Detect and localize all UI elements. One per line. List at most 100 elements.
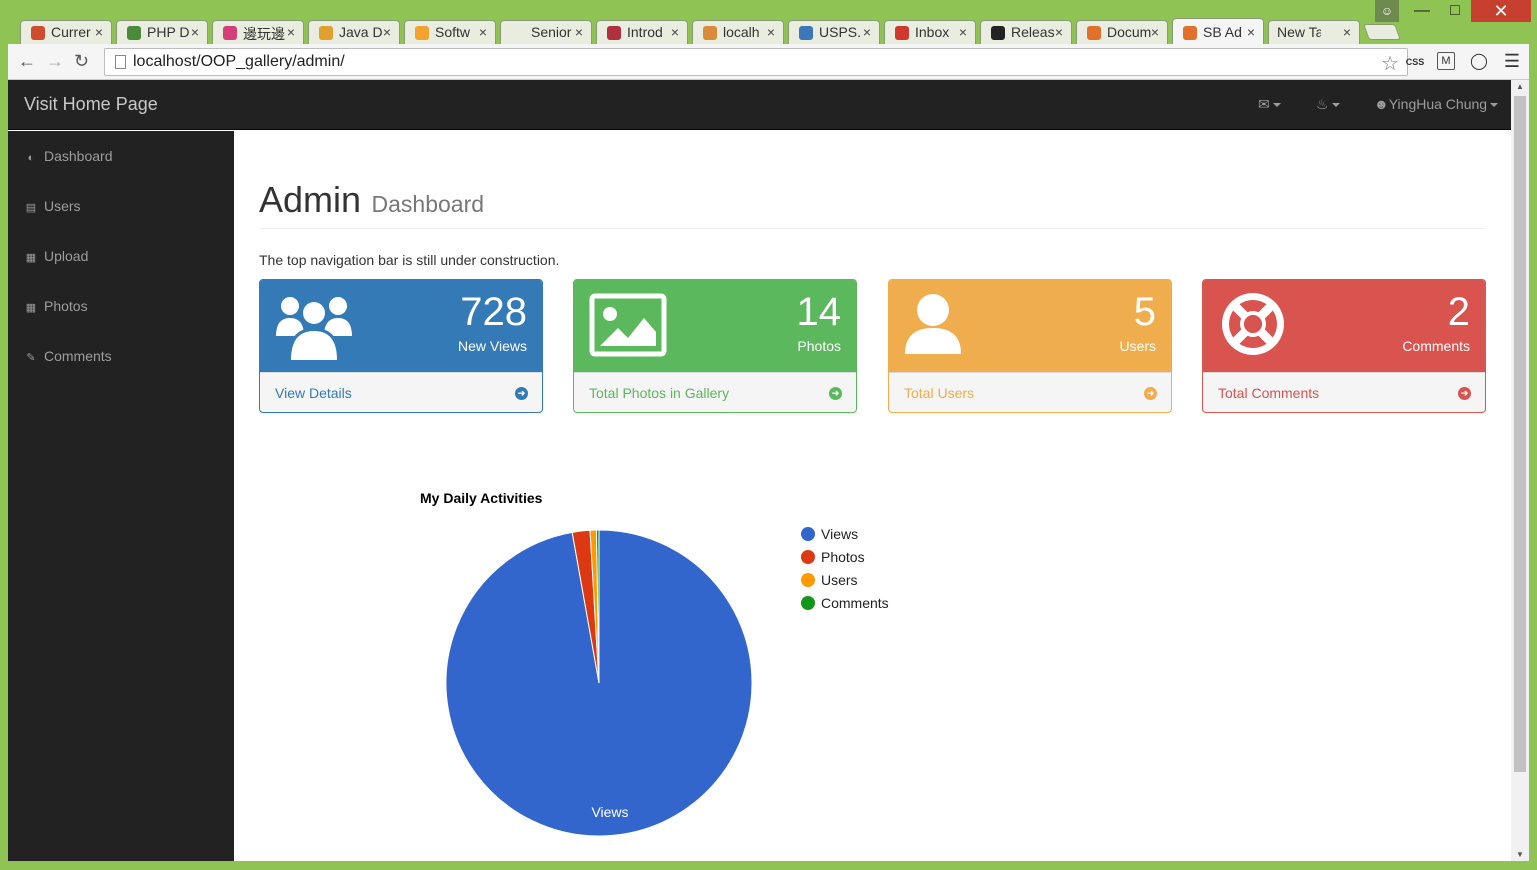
views-count: 728 <box>460 290 527 334</box>
sidebar-item-photos[interactable]: ▦ Photos <box>24 298 88 318</box>
tab-5[interactable]: Softw × <box>404 20 496 44</box>
maximize-button[interactable]: □ <box>1440 0 1470 22</box>
caret-icon <box>1331 103 1340 108</box>
legend-label[interactable]: Comments <box>821 595 889 611</box>
scrollbar-thumb[interactable] <box>1514 96 1526 772</box>
total-users-link[interactable]: Total Users ➜ <box>889 372 1171 412</box>
users-count: 5 <box>1133 290 1156 334</box>
tab-13[interactable]: SB Ad × <box>1172 18 1264 44</box>
close-tab-icon[interactable]: × <box>1343 24 1351 40</box>
alerts-dropdown[interactable]: ♨ <box>1316 96 1340 113</box>
tab-6[interactable]: Senior × <box>500 20 592 44</box>
tab-title: Inbox <box>915 24 950 40</box>
sidebar-item-dashboard[interactable]: ◐ Dashboard <box>24 148 113 168</box>
users-panel: 5 Users Total Users ➜ <box>888 279 1172 413</box>
profile-icon[interactable]: ☺ <box>1375 0 1399 22</box>
close-tab-icon[interactable]: × <box>863 24 871 40</box>
blank-icon <box>511 26 525 40</box>
sidebar: ◐ Dashboard ▤ Users ▦ Upload ▦ Photos ✎ Comme… <box>8 131 234 861</box>
address-bar[interactable]: localhost/OOP_gallery/admin/ ☆ <box>104 48 1408 76</box>
tab-title: Currer <box>51 24 91 40</box>
total-comments-link[interactable]: Total Comments ➜ <box>1203 372 1485 412</box>
close-tab-icon[interactable]: × <box>1247 24 1255 40</box>
legend-marker <box>801 527 815 541</box>
legend-label[interactable]: Views <box>821 526 858 542</box>
sidebar-item-upload[interactable]: ▦ Upload <box>24 248 89 268</box>
scroll-down-icon[interactable]: ▼ <box>1516 850 1524 859</box>
close-tab-icon[interactable]: × <box>479 24 487 40</box>
usps-icon <box>799 26 813 40</box>
tab-3[interactable]: 邊玩邊 × <box>212 20 304 44</box>
legend-label[interactable]: Photos <box>821 549 865 565</box>
slice-label: Views <box>591 804 628 820</box>
sidebar-item-label: Dashboard <box>44 148 113 164</box>
close-tab-icon[interactable]: × <box>767 24 775 40</box>
tab-2[interactable]: PHP D × <box>116 20 208 44</box>
photos-panel: 14 Photos Total Photos in Gallery ➜ <box>573 279 857 413</box>
tab-title: Releas <box>1011 24 1055 40</box>
sidebar-item-label: Photos <box>44 298 88 314</box>
users-label: Users <box>1119 338 1156 354</box>
user-dropdown[interactable]: ☻YingHua Chung <box>1374 96 1499 112</box>
tab-title: USPS. <box>819 24 862 40</box>
doc-icon <box>1087 26 1101 40</box>
close-tab-icon[interactable]: × <box>1151 24 1159 40</box>
total-photos-link[interactable]: Total Photos in Gallery ➜ <box>574 372 856 412</box>
tab-title: New Tab <box>1277 24 1321 40</box>
close-tab-icon[interactable]: × <box>383 24 391 40</box>
arrow-circle-right-icon: ➜ <box>515 387 528 400</box>
new-tab-button[interactable] <box>1363 24 1401 40</box>
caret-icon <box>1272 103 1281 108</box>
close-tab-icon[interactable]: × <box>1055 24 1063 40</box>
close-tab-icon[interactable]: × <box>95 24 103 40</box>
close-window-button[interactable]: ✕ <box>1471 0 1531 22</box>
legend-label[interactable]: Users <box>821 572 858 588</box>
forward-icon[interactable]: → <box>46 52 64 70</box>
chart-legend: Views Photos Users Comments <box>801 526 889 611</box>
tab-7[interactable]: Introd × <box>596 20 688 44</box>
edit-icon: ✎ <box>26 352 36 364</box>
close-tab-icon[interactable]: × <box>671 24 679 40</box>
users-icon <box>276 297 352 360</box>
m-extension-icon[interactable]: M <box>1437 52 1455 70</box>
close-tab-icon[interactable]: × <box>959 24 967 40</box>
close-tab-icon[interactable]: × <box>575 24 583 40</box>
minimize-button[interactable]: — <box>1407 0 1437 22</box>
sidebar-item-comments[interactable]: ✎ Comments <box>24 348 111 368</box>
close-tab-icon[interactable]: × <box>191 24 199 40</box>
tab-4[interactable]: Java D × <box>308 20 400 44</box>
user-name: YingHua Chung <box>1388 96 1488 112</box>
tab-10[interactable]: Inbox × <box>884 20 976 44</box>
page-viewport: Visit Home Page ✉ ♨ ☻YingHua Chung ◐ Dash… <box>8 80 1511 861</box>
tab-8[interactable]: localh × <box>692 20 784 44</box>
brand-link[interactable]: Visit Home Page <box>24 94 158 115</box>
tab-1[interactable]: Currer × <box>20 20 112 44</box>
page-icon <box>115 55 126 69</box>
back-icon[interactable]: ← <box>18 52 36 70</box>
flag-icon <box>31 26 45 40</box>
view-details-link[interactable]: View Details ➜ <box>260 372 542 412</box>
shield-extension-icon[interactable]: ◯ <box>1469 52 1489 72</box>
scroll-up-icon[interactable]: ▲ <box>1516 82 1524 91</box>
scrollbar[interactable]: ▲ ▼ <box>1511 80 1529 861</box>
messages-dropdown[interactable]: ✉ <box>1258 96 1281 113</box>
tab-title: localh <box>723 24 760 40</box>
bookmark-star-icon[interactable]: ☆ <box>1381 51 1399 76</box>
tab-11[interactable]: Releas × <box>980 20 1072 44</box>
comments-label: Comments <box>1402 338 1470 354</box>
tab-14[interactable]: New Tab × <box>1268 20 1360 44</box>
arrow-circle-right-icon: ➜ <box>1458 387 1471 400</box>
css-extension-icon[interactable]: CSS <box>1405 52 1425 72</box>
daily-activities-pie-chart: My Daily Activities Views Views Photos Use… <box>420 490 889 837</box>
tab-9[interactable]: USPS. × <box>788 20 880 44</box>
tab-12[interactable]: Docum × <box>1076 20 1168 44</box>
close-tab-icon[interactable]: × <box>287 24 295 40</box>
browser-window: Currer × PHP D × 邊玩邊 × Java D × Softw × Senior × Int… <box>0 0 1537 870</box>
pma-icon <box>703 26 717 40</box>
panel-footer-text: Total Comments <box>1218 385 1320 401</box>
menu-icon[interactable]: ☰ <box>1502 52 1522 72</box>
sidebar-item-users[interactable]: ▤ Users <box>24 198 81 218</box>
reload-icon[interactable]: ↻ <box>74 52 89 70</box>
browser-toolbar: ← → ↻ localhost/OOP_gallery/admin/ ☆ CSS… <box>8 44 1529 80</box>
page-header: Admin Dashboard <box>259 179 1486 229</box>
